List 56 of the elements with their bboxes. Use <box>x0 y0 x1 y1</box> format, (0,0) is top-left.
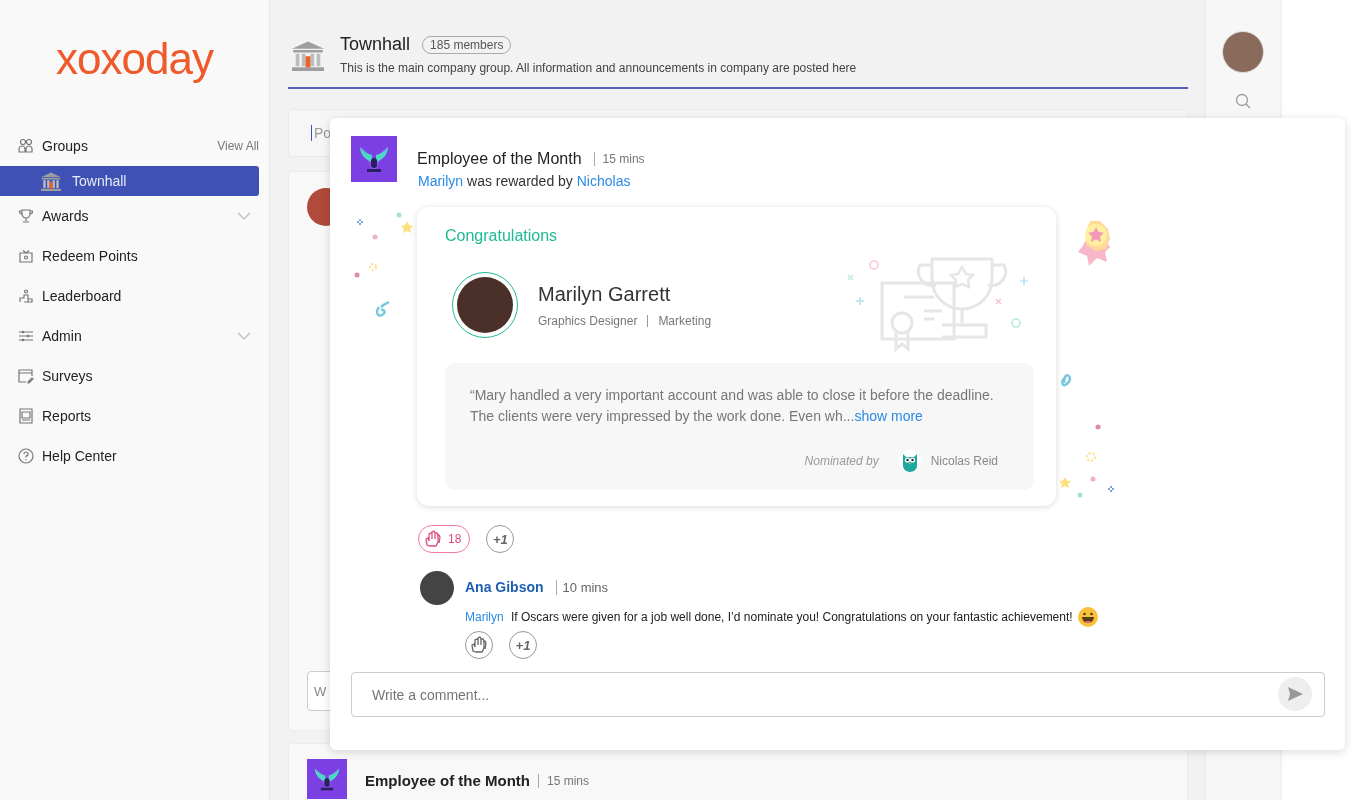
card-heading: Congratulations <box>445 227 559 245</box>
plus-one-button[interactable]: +1 <box>486 525 515 553</box>
sidebar-group-item[interactable]: Townhall <box>0 166 259 196</box>
post-title: Employee of the Month <box>417 150 582 168</box>
comment-time: 10 mins <box>555 579 609 595</box>
sliders-icon <box>18 328 34 344</box>
owl-icon <box>898 450 921 472</box>
nominator-name: Nicolas Reid <box>930 454 998 468</box>
clap-button[interactable]: 18 <box>418 525 471 553</box>
view-all-link[interactable]: View All <box>217 139 259 153</box>
search-icon[interactable] <box>1235 93 1251 109</box>
group-icon <box>18 138 34 154</box>
award-badge-icon <box>307 759 347 799</box>
comment-input[interactable]: Write a comment... <box>351 672 1325 717</box>
survey-icon <box>18 368 34 384</box>
clapping-hands-icon <box>424 530 442 548</box>
job-title: Graphics Designer <box>538 313 638 328</box>
sidebar-item[interactable]: Surveys <box>0 356 269 396</box>
commenter-name[interactable]: Ana Gibson <box>465 579 544 595</box>
logo: xoxoday <box>56 33 213 85</box>
sidebar-item[interactable]: Admin <box>0 316 269 356</box>
send-icon <box>1286 686 1304 702</box>
clapping-hands-icon <box>470 636 488 654</box>
gift-icon <box>18 248 34 264</box>
sidebar-item[interactable]: Help Center <box>0 436 269 476</box>
report-icon <box>18 408 34 424</box>
post-time: 15 mins <box>593 152 645 166</box>
sidebar-item[interactable]: Leaderboard <box>0 276 269 316</box>
grinning-emoji-icon <box>1077 607 1098 627</box>
building-icon <box>40 171 62 191</box>
trophy-icon <box>18 208 34 224</box>
department: Marketing <box>658 313 712 328</box>
comment-text: Marilyn If Oscars were given for a job well done, I’d nominate you! Congratulations on your fantastic achievement! <box>465 610 1073 624</box>
help-icon <box>18 448 34 464</box>
nomination-quote: “Mary handled a very important account and was able to close it before the deadline. The clients were very impressed by the work done. Even wh...show more <box>470 386 995 426</box>
mention-link[interactable]: Marilyn <box>465 610 504 624</box>
plus-one-button[interactable]: +1 <box>509 631 537 659</box>
post-time: 15 mins <box>538 774 590 788</box>
commenter-avatar <box>420 571 454 605</box>
show-more-link[interactable]: show more <box>854 408 923 424</box>
sidebar-item[interactable]: Awards <box>0 196 269 236</box>
recipient-link[interactable]: Marilyn <box>418 173 464 189</box>
sidebar-item[interactable]: Redeem Points <box>0 236 269 276</box>
group-title: Townhall <box>340 34 411 55</box>
reward-line: Marilyn was rewarded by Nicholas <box>418 173 632 189</box>
sidebar-item[interactable]: Reports <box>0 396 269 436</box>
award-badge-icon <box>351 136 397 182</box>
section-label: Groups <box>42 138 89 154</box>
post-title: Employee of the Month <box>365 772 530 789</box>
clap-button[interactable] <box>465 631 493 659</box>
group-description: This is the main company group. All information and announcements in company are posted here <box>340 61 857 75</box>
recipient-name: Marilyn Garrett <box>538 282 672 306</box>
user-avatar[interactable] <box>1222 31 1264 73</box>
podium-icon <box>18 288 34 304</box>
nominated-by-label: Nominated by <box>804 454 879 468</box>
giver-link[interactable]: Nicholas <box>576 173 631 189</box>
